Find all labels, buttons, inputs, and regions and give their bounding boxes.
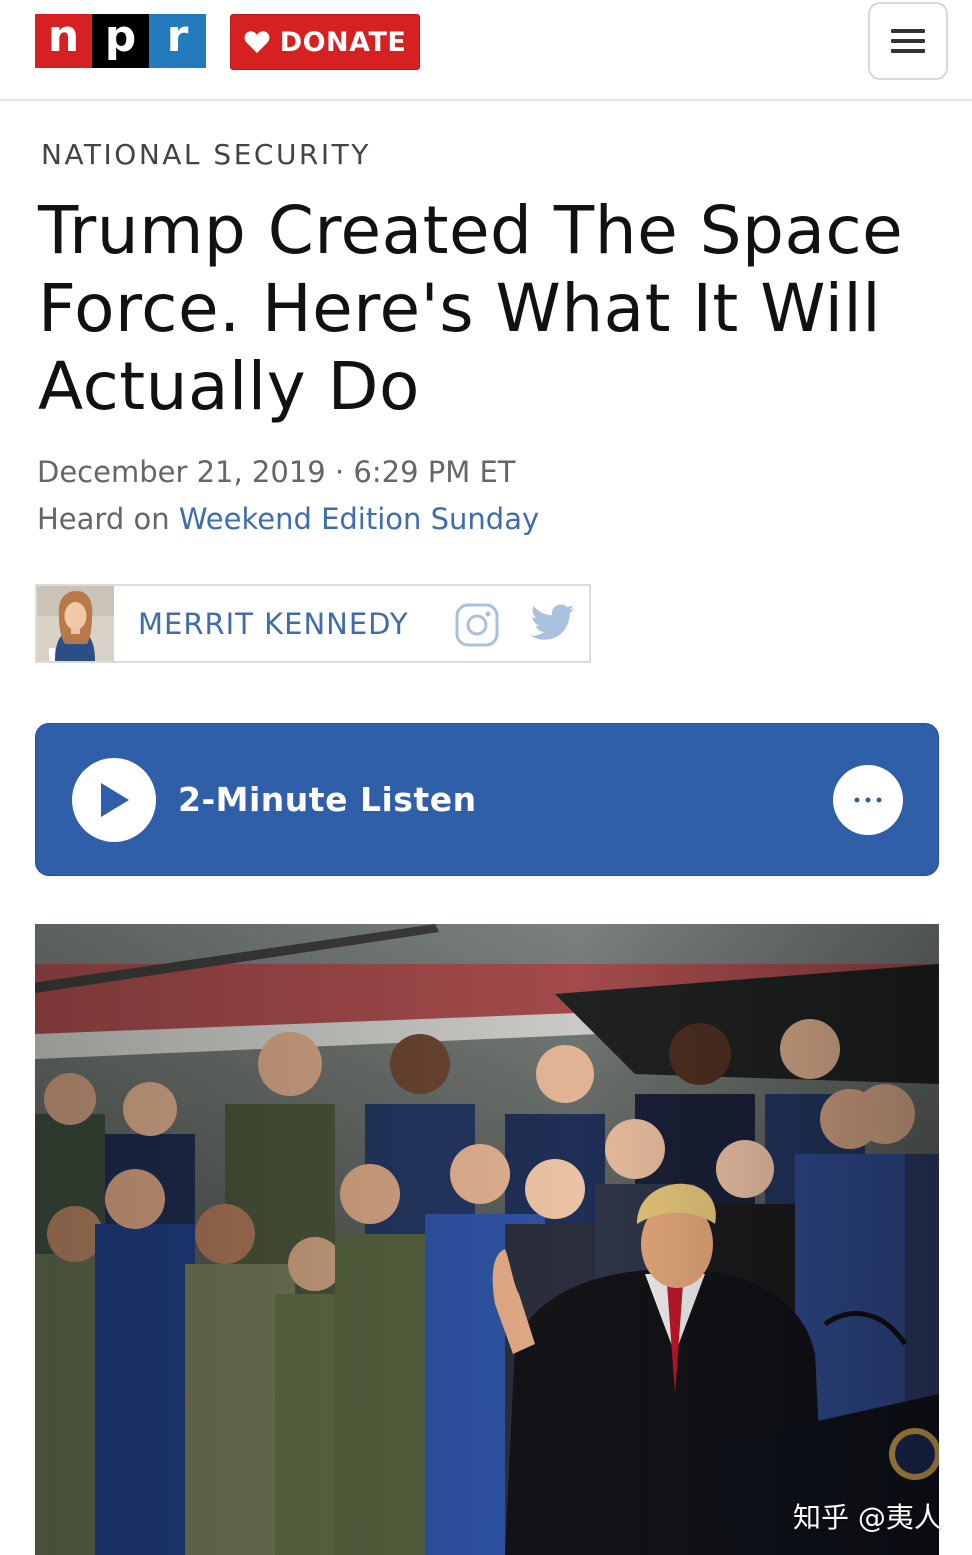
npr-logo[interactable]: n p r (35, 14, 206, 68)
instagram-icon[interactable] (455, 603, 499, 647)
site-header: n p r DONATE (0, 0, 972, 101)
more-options-button[interactable] (833, 765, 903, 835)
watermark: 知乎 @夷人 (793, 1501, 942, 1534)
menu-button[interactable] (868, 2, 948, 80)
heart-icon (244, 31, 270, 53)
listen-duration-label: 2-Minute Listen (178, 780, 477, 819)
author-name[interactable]: MERRIT KENNEDY (138, 607, 409, 641)
npr-logo-n: n (35, 14, 92, 68)
article-lead-photo (35, 924, 939, 1555)
twitter-icon[interactable] (531, 604, 575, 642)
npr-logo-p: p (92, 14, 149, 68)
heard-on-line: Heard on Weekend Edition Sunday (37, 502, 539, 536)
author-avatar[interactable] (37, 586, 114, 661)
article-date: December 21, 2019 · 6:29 PM ET (37, 455, 516, 489)
play-icon (101, 783, 129, 817)
heard-on-prefix: Heard on (37, 502, 179, 536)
npr-logo-r: r (149, 14, 206, 68)
program-link[interactable]: Weekend Edition Sunday (179, 502, 539, 536)
article-headline: Trump Created The Space Force. Here's Wh… (38, 192, 904, 425)
play-button[interactable] (72, 758, 156, 842)
more-options-icon (854, 797, 882, 803)
audio-player: 2-Minute Listen (35, 723, 939, 876)
author-byline: MERRIT KENNEDY (35, 584, 591, 663)
donate-label: DONATE (279, 26, 407, 58)
hamburger-menu-icon (891, 29, 925, 53)
section-label[interactable]: NATIONAL SECURITY (41, 138, 371, 171)
donate-button[interactable]: DONATE (230, 14, 420, 70)
